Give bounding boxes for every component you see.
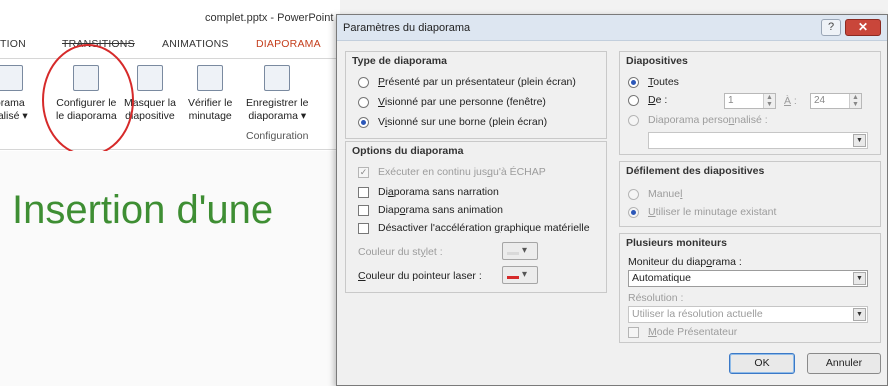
- group-show-options-heading: Options du diaporama: [352, 145, 464, 157]
- check-presenter-mode-box[interactable]: [628, 326, 639, 338]
- tab-diaporama[interactable]: DIAPORAMA: [256, 38, 321, 50]
- check-presenter-mode[interactable]: Mode Présentateur: [628, 326, 737, 338]
- radio-presenter-button[interactable]: [358, 76, 369, 88]
- record-icon: [264, 65, 291, 91]
- pen-icon: [507, 269, 519, 280]
- radio-kiosk-label: Visionné sur une borne (plein écran): [378, 116, 548, 128]
- check-no-animation-label: Diaporama sans animation: [378, 204, 503, 216]
- check-no-narration-box[interactable]: [358, 186, 369, 198]
- record-label-2: diaporama ▾: [248, 110, 307, 122]
- radio-custom-show-button[interactable]: [628, 114, 639, 126]
- radio-use-timings-label: Utiliser le minutage existant: [648, 206, 777, 218]
- chevron-down-icon[interactable]: ▼: [853, 308, 866, 321]
- pen-color-button[interactable]: ▾: [502, 242, 538, 260]
- chevron-down-icon[interactable]: ▼: [853, 272, 866, 285]
- radio-manual[interactable]: Manuel: [628, 188, 682, 200]
- radio-from[interactable]: De :: [628, 94, 667, 106]
- cancel-button[interactable]: Annuler: [807, 353, 881, 374]
- radio-use-timings[interactable]: Utiliser le minutage existant: [628, 206, 776, 218]
- rehearse-timings-button[interactable]: Vérifier le minutage: [188, 65, 232, 123]
- resolution-label: Résolution :: [628, 292, 684, 304]
- help-button[interactable]: ?: [821, 19, 841, 36]
- radio-from-button[interactable]: [628, 94, 639, 106]
- radio-all-slides[interactable]: Toutes: [628, 76, 679, 88]
- slideshow-settings-dialog: Paramètres du diaporama ? ✕ Type de diap…: [336, 14, 888, 386]
- slide-canvas: [0, 151, 340, 386]
- radio-individual[interactable]: Visionné par une personne (fenêtre): [358, 96, 546, 108]
- ok-button[interactable]: OK: [729, 353, 795, 374]
- radio-manual-button[interactable]: [628, 188, 639, 200]
- dialog-titlebar: Paramètres du diaporama ? ✕: [337, 15, 887, 41]
- check-loop[interactable]: ✓ Exécuter en continu jusqu'à ÉCHAP: [358, 166, 546, 178]
- radio-kiosk[interactable]: Visionné sur une borne (plein écran): [358, 116, 547, 128]
- highlight-circle: [42, 44, 134, 156]
- radio-all-slides-button[interactable]: [628, 76, 639, 88]
- group-slides-heading: Diapositives: [626, 55, 688, 67]
- monitor-label: Moniteur du diaporama :: [628, 256, 742, 268]
- radio-individual-label: Visionné par une personne (fenêtre): [378, 96, 546, 108]
- radio-custom-show-label: Diaporama personnalisé :: [648, 114, 768, 126]
- resolution-select[interactable]: Utiliser la résolution actuelle ▼: [628, 306, 868, 323]
- radio-use-timings-button[interactable]: [628, 206, 639, 218]
- slide-title: Insertion d'une: [12, 188, 274, 232]
- check-disable-hw-accel-label: Désactiver l'accélération graphique maté…: [378, 222, 590, 234]
- custom-slideshow-icon: [0, 65, 23, 91]
- spinner-arrows-icon[interactable]: ▲ ▼: [763, 94, 775, 108]
- monitor-select[interactable]: Automatique ▼: [628, 270, 868, 287]
- custom-show-select[interactable]: ▼: [648, 132, 868, 149]
- check-no-animation-box[interactable]: [358, 204, 369, 216]
- radio-all-slides-label: Toutes: [648, 76, 679, 88]
- check-disable-hw-accel-box[interactable]: [358, 222, 369, 234]
- radio-individual-button[interactable]: [358, 96, 369, 108]
- rehearse-label-2: minutage: [188, 110, 232, 122]
- group-advance: Défilement des diapositives Manuel Utili…: [619, 161, 881, 227]
- radio-presenter[interactable]: Présenté par un présentateur (plein écra…: [358, 76, 576, 88]
- radio-presenter-label: Présenté par un présentateur (plein écra…: [378, 76, 576, 88]
- record-slideshow-button[interactable]: Enregistrer le diaporama ▾: [246, 65, 308, 123]
- record-label-1: Enregistrer le: [246, 97, 309, 109]
- custom-slideshow-label-1: orama: [0, 97, 25, 109]
- radio-from-label: De :: [648, 94, 668, 106]
- tab-diaporama-partial[interactable]: TION: [0, 38, 26, 50]
- chevron-down-icon[interactable]: ▼: [853, 134, 866, 147]
- pen-icon: [507, 245, 519, 256]
- to-label: À :: [784, 95, 797, 107]
- custom-slideshow-button[interactable]: orama nalisé ▾: [0, 65, 28, 123]
- close-button[interactable]: ✕: [845, 19, 881, 36]
- stopwatch-icon: [197, 65, 224, 91]
- group-show-type: Type de diaporama Présenté par un présen…: [345, 51, 607, 139]
- ribbon-tabs: TION TRANSITIONS ANIMATIONS DIAPORAMA: [0, 34, 340, 58]
- check-disable-hw-accel[interactable]: Désactiver l'accélération graphique maté…: [358, 222, 590, 234]
- group-slides: Diapositives Toutes De : 1 ▲ ▼ À : 24 ▲ ▼ Di…: [619, 51, 881, 155]
- rehearse-label-1: Vérifier le: [188, 97, 233, 109]
- spinner-arrows-icon[interactable]: ▲ ▼: [849, 94, 861, 108]
- laser-color-button[interactable]: ▾: [502, 266, 538, 284]
- radio-custom-show[interactable]: Diaporama personnalisé :: [628, 114, 768, 126]
- group-advance-heading: Défilement des diapositives: [626, 165, 765, 177]
- laser-color-label: Couleur du pointeur laser :: [358, 270, 482, 282]
- from-spinner[interactable]: 1 ▲ ▼: [724, 93, 776, 109]
- check-no-animation[interactable]: Diaporama sans animation: [358, 204, 503, 216]
- tab-animations[interactable]: ANIMATIONS: [162, 38, 229, 50]
- dialog-title: Paramètres du diaporama: [343, 22, 471, 34]
- group-show-type-heading: Type de diaporama: [352, 55, 447, 67]
- radio-kiosk-button[interactable]: [358, 116, 369, 128]
- check-presenter-mode-label: Mode Présentateur: [648, 326, 738, 338]
- check-no-narration-label: Diaporama sans narration: [378, 186, 499, 198]
- custom-slideshow-label-2: nalisé ▾: [0, 110, 28, 122]
- pen-color-label: Couleur du stylet :: [358, 246, 443, 258]
- powerpoint-window: complet.pptx - PowerPoint TION TRANSITIO…: [0, 0, 340, 386]
- window-title: complet.pptx - PowerPoint: [205, 12, 334, 24]
- radio-manual-label: Manuel: [648, 188, 683, 200]
- check-loop-label: Exécuter en continu jusqu'à ÉCHAP: [378, 166, 546, 178]
- group-monitors: Plusieurs moniteurs Moniteur du diaporam…: [619, 233, 881, 343]
- check-loop-box[interactable]: ✓: [358, 166, 369, 178]
- hide-slide-icon: [136, 65, 163, 91]
- screen: complet.pptx - PowerPoint TION TRANSITIO…: [0, 0, 888, 386]
- check-no-narration[interactable]: Diaporama sans narration: [358, 186, 499, 198]
- to-spinner[interactable]: 24 ▲ ▼: [810, 93, 862, 109]
- group-show-options: Options du diaporama ✓ Exécuter en conti…: [345, 141, 607, 293]
- ribbon-group-label: Configuration: [246, 130, 309, 142]
- group-monitors-heading: Plusieurs moniteurs: [626, 237, 727, 249]
